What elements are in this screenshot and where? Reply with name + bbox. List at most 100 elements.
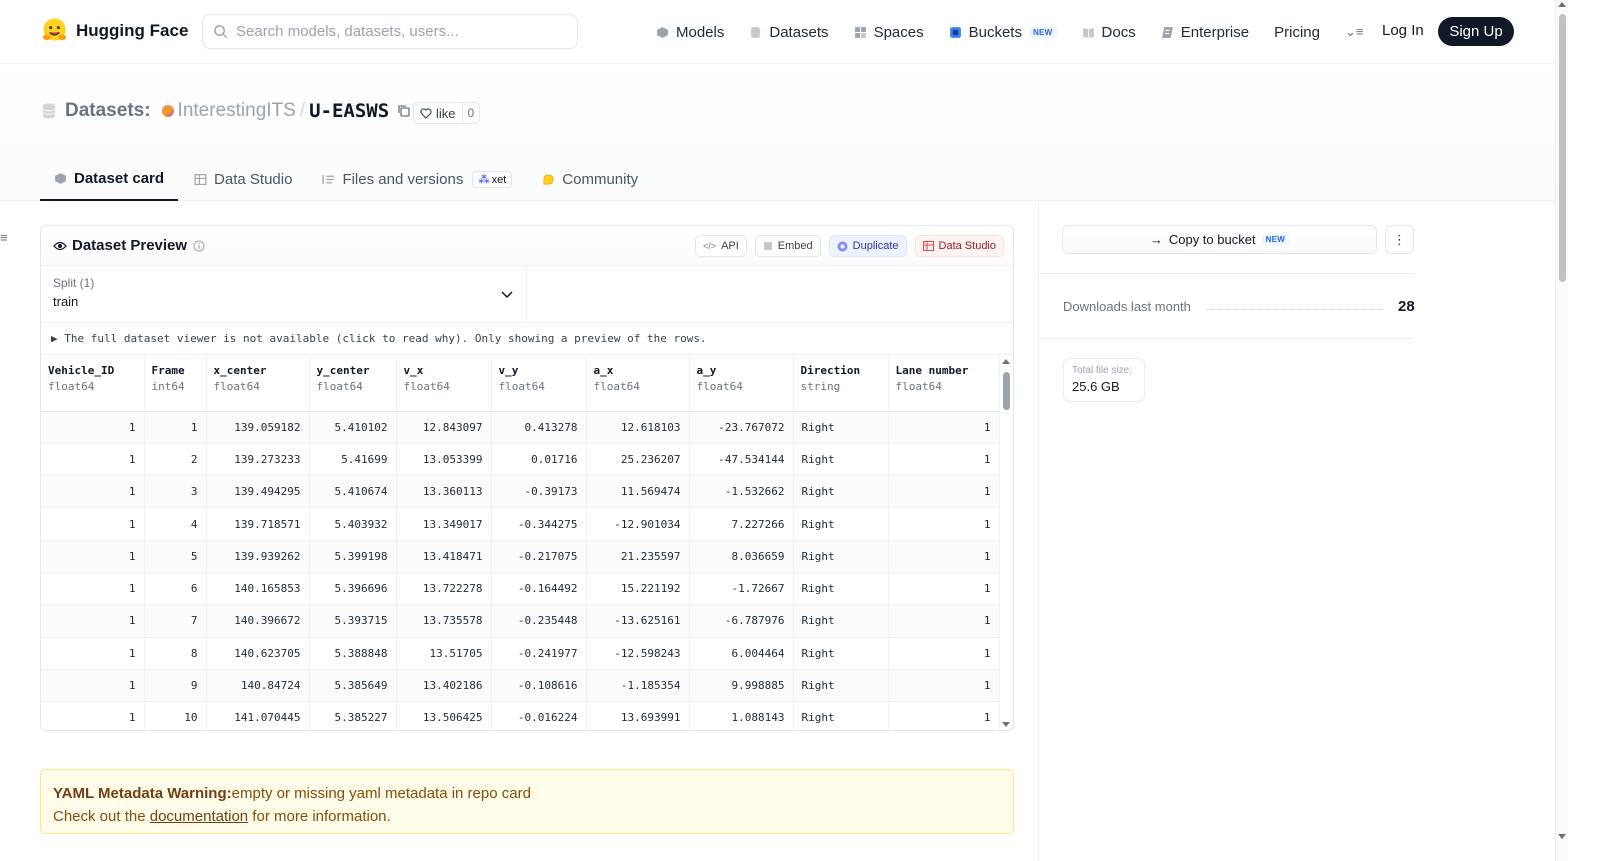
- nav-docs[interactable]: Docs: [1082, 24, 1136, 41]
- table-cell[interactable]: Right: [793, 540, 889, 573]
- table-cell[interactable]: Right: [793, 475, 889, 509]
- breadcrumb-repo[interactable]: U-EASWS: [309, 100, 389, 122]
- table-scroll-thumb[interactable]: [1003, 372, 1010, 410]
- table-cell[interactable]: 9.998885: [689, 669, 794, 703]
- nav-pricing[interactable]: Pricing: [1274, 24, 1320, 41]
- like-button[interactable]: like 0: [413, 102, 481, 124]
- table-cell[interactable]: -13.625161: [586, 604, 690, 638]
- table-cell[interactable]: 8.036659: [689, 540, 794, 573]
- table-cell[interactable]: 5.396696: [309, 572, 397, 606]
- table-scrollbar[interactable]: [1001, 359, 1011, 727]
- table-cell[interactable]: 5.385227: [309, 701, 397, 730]
- table-cell[interactable]: 1: [888, 507, 1000, 541]
- info-icon[interactable]: [193, 240, 205, 252]
- table-cell[interactable]: 1: [41, 411, 145, 444]
- table-cell[interactable]: 5.41699: [309, 443, 397, 477]
- table-cell[interactable]: 1: [41, 637, 145, 670]
- table-cell[interactable]: 0.01716: [491, 443, 587, 477]
- table-cell[interactable]: 12.618103: [586, 411, 690, 444]
- tab-dataset-card[interactable]: Dataset card: [40, 158, 179, 201]
- table-cell[interactable]: Right: [793, 507, 889, 541]
- embed-button[interactable]: Embed: [754, 235, 821, 257]
- table-cell[interactable]: 1: [41, 540, 145, 573]
- table-cell[interactable]: -0.39173: [491, 475, 587, 509]
- data-studio-button[interactable]: Data Studio: [914, 235, 1004, 257]
- column-header[interactable]: Frame int64: [144, 355, 207, 412]
- login-link[interactable]: Log In: [1382, 22, 1424, 39]
- table-cell[interactable]: 140.623705: [206, 637, 310, 670]
- table-cell[interactable]: 1: [144, 411, 207, 444]
- table-cell[interactable]: 1: [41, 604, 145, 638]
- table-cell[interactable]: 5.410102: [309, 411, 397, 444]
- page-scrollbar[interactable]: [1555, 0, 1568, 861]
- table-cell[interactable]: 1: [888, 475, 1000, 509]
- table-cell[interactable]: -6.787976: [689, 604, 794, 638]
- table-cell[interactable]: 139.059182: [206, 411, 310, 444]
- table-cell[interactable]: 15.221192: [586, 572, 690, 606]
- table-cell[interactable]: -47.534144: [689, 443, 794, 477]
- table-cell[interactable]: -0.241977: [491, 637, 587, 670]
- table-cell[interactable]: 1: [41, 507, 145, 541]
- table-cell[interactable]: 1: [41, 475, 145, 509]
- table-cell[interactable]: 9: [144, 669, 207, 703]
- tab-data-studio[interactable]: Data Studio: [180, 158, 306, 201]
- page-scroll-thumb[interactable]: [1559, 14, 1566, 282]
- duplicate-button[interactable]: Duplicate: [828, 235, 907, 257]
- column-header[interactable]: Direction string: [793, 355, 889, 412]
- table-cell[interactable]: -12.901034: [586, 507, 690, 541]
- table-cell[interactable]: 5.399198: [309, 540, 397, 573]
- table-cell[interactable]: 13.360113: [396, 475, 492, 509]
- table-cell[interactable]: 5.388848: [309, 637, 397, 670]
- search-box[interactable]: [202, 14, 578, 49]
- nav-spaces[interactable]: Spaces: [854, 24, 924, 41]
- table-cell[interactable]: -0.108616: [491, 669, 587, 703]
- table-cell[interactable]: 13.402186: [396, 669, 492, 703]
- column-header[interactable]: a_x float64: [586, 355, 690, 412]
- copy-to-bucket-button[interactable]: → Copy to bucket NEW: [1062, 225, 1377, 254]
- column-header[interactable]: Vehicle_ID float64: [41, 355, 145, 412]
- table-cell[interactable]: 21.235597: [586, 540, 690, 573]
- breadcrumb-org[interactable]: InterestingITS: [178, 100, 296, 122]
- table-cell[interactable]: Right: [793, 669, 889, 703]
- table-cell[interactable]: Right: [793, 572, 889, 606]
- table-cell[interactable]: Right: [793, 637, 889, 670]
- table-cell[interactable]: -0.016224: [491, 701, 587, 730]
- table-cell[interactable]: 13.506425: [396, 701, 492, 730]
- breadcrumb-section[interactable]: Datasets:: [65, 100, 151, 122]
- table-cell[interactable]: -0.164492: [491, 572, 587, 606]
- table-cell[interactable]: 8: [144, 637, 207, 670]
- tab-files-versions[interactable]: Files and versions ⁂ xet: [308, 158, 526, 201]
- signup-button[interactable]: Sign Up: [1438, 17, 1514, 46]
- table-cell[interactable]: -0.235448: [491, 604, 587, 638]
- table-cell[interactable]: 2: [144, 443, 207, 477]
- api-button[interactable]: </> API: [695, 235, 747, 257]
- table-cell[interactable]: 139.718571: [206, 507, 310, 541]
- table-cell[interactable]: 139.494295: [206, 475, 310, 509]
- table-cell[interactable]: 5: [144, 540, 207, 573]
- table-cell[interactable]: 1: [888, 669, 1000, 703]
- table-cell[interactable]: Right: [793, 604, 889, 638]
- table-cell[interactable]: 13.693991: [586, 701, 690, 730]
- table-cell[interactable]: 1.088143: [689, 701, 794, 730]
- page-scroll-up-icon[interactable]: [1558, 2, 1566, 7]
- column-header[interactable]: v_y float64: [491, 355, 587, 412]
- table-cell[interactable]: 6: [144, 572, 207, 606]
- table-cell[interactable]: 1: [888, 411, 1000, 444]
- table-cell[interactable]: 0.413278: [491, 411, 587, 444]
- table-cell[interactable]: 5.385649: [309, 669, 397, 703]
- table-cell[interactable]: -0.344275: [491, 507, 587, 541]
- search-input[interactable]: [236, 23, 556, 40]
- split-select[interactable]: Split (1) train: [41, 266, 527, 323]
- table-cell[interactable]: -1.72667: [689, 572, 794, 606]
- table-cell[interactable]: 13.735578: [396, 604, 492, 638]
- table-cell[interactable]: 7: [144, 604, 207, 638]
- table-cell[interactable]: 13.053399: [396, 443, 492, 477]
- sidebar-toggle-icon[interactable]: ≡: [0, 230, 8, 245]
- brand-link[interactable]: Hugging Face: [41, 17, 188, 44]
- nav-buckets[interactable]: Buckets NEW: [949, 24, 1057, 41]
- table-cell[interactable]: 25.236207: [586, 443, 690, 477]
- table-cell[interactable]: 1: [888, 701, 1000, 730]
- table-cell[interactable]: Right: [793, 701, 889, 730]
- page-scroll-down-icon[interactable]: [1558, 834, 1566, 839]
- tab-community[interactable]: Community: [528, 158, 652, 201]
